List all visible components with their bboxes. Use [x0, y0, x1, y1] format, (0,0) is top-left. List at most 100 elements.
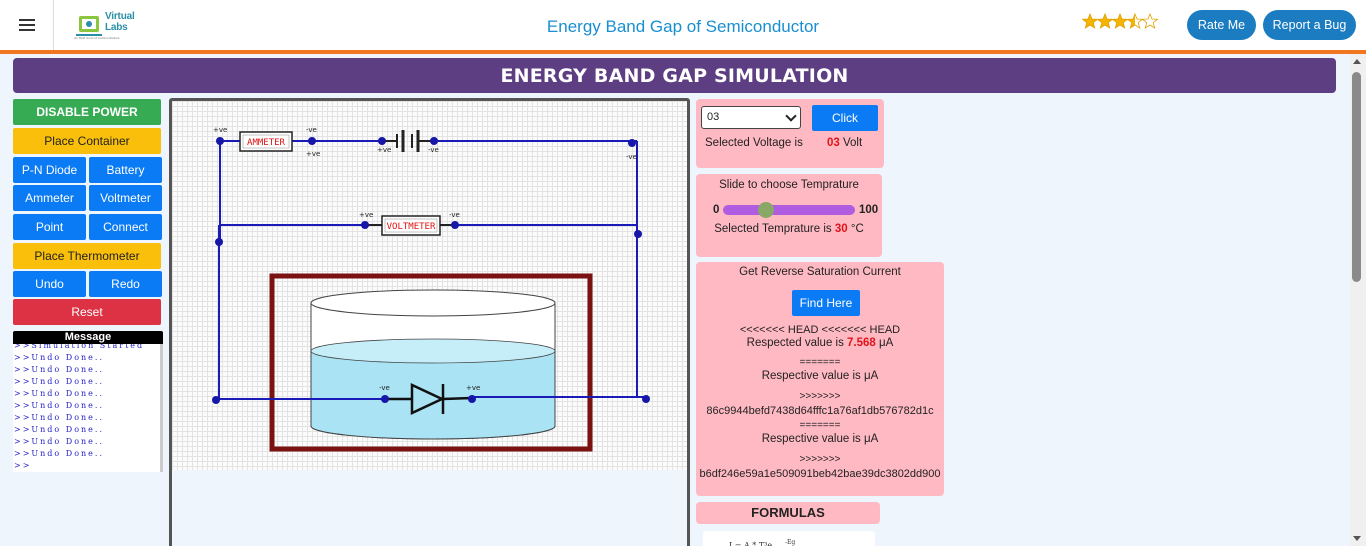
polarity-label: -ve [306, 126, 317, 134]
separator: ======= [799, 420, 841, 431]
voltmeter-label: VOLTMETER [387, 222, 436, 232]
top-bar [0, 0, 1366, 50]
commit-hash: b6df246e59a1e509091beb42bae39dc3802dd900 [699, 468, 941, 480]
slider-max-label: 100 [859, 204, 879, 216]
polarity-label: -ve [379, 384, 390, 392]
respective-value-unit: μA [863, 370, 879, 382]
respective-value-label: Respective value is [761, 370, 861, 382]
respected-value-label: Respected value is [746, 337, 844, 349]
message-title: Message [13, 331, 163, 344]
simulation-banner: ENERGY BAND GAP SIMULATION [13, 58, 1336, 93]
battery-button[interactable]: Battery [89, 157, 162, 183]
voltage-select[interactable]: 03 [701, 106, 801, 129]
merge-marker: <<<<<<< HEAD <<<<<<< HEAD [739, 324, 901, 336]
svg-text:-Eg: -Eg [785, 539, 795, 546]
log-line: >>Undo Done.. [14, 365, 104, 374]
voltmeter-button[interactable]: Voltmeter [89, 185, 162, 211]
respected-value-unit: μA [879, 337, 894, 349]
formulas-title: FORMULAS [696, 502, 880, 524]
separator: ======= [799, 357, 841, 368]
respective-value-label: Respective value is [761, 433, 861, 445]
beaker-icon [310, 289, 556, 440]
respective-value-unit: μA [863, 433, 879, 445]
log-line: >>Undo Done.. [14, 377, 104, 386]
selected-temperature-value: 30 [834, 223, 848, 235]
polarity-label: +ve [306, 150, 320, 158]
undo-button[interactable]: Undo [13, 271, 86, 297]
report-bug-button[interactable]: Report a Bug [1263, 10, 1356, 40]
log-line: >>Undo Done.. [14, 389, 104, 398]
menu-icon [18, 19, 35, 31]
scroll-down-arrow-icon[interactable] [1353, 536, 1361, 541]
place-container-button[interactable]: Place Container [13, 128, 161, 154]
temperature-panel: Slide to choose Temprature 0 100 Selecte… [696, 174, 882, 257]
place-thermometer-button[interactable]: Place Thermometer [13, 243, 161, 269]
ammeter-button[interactable]: Ammeter [13, 185, 86, 211]
click-button[interactable]: Click [812, 105, 878, 131]
selected-voltage-value: 03 [827, 137, 840, 149]
polarity-label: -ve [428, 146, 439, 154]
log-line: >>Undo Done.. [14, 425, 104, 434]
formula-image: I = A * T³e -Eg [729, 539, 795, 546]
log-line: >>Undo Done.. [14, 437, 104, 446]
selected-temperature-readout: Selected Temprature is 30 °C [696, 223, 882, 235]
circuit-diagram: AMMETER VOLTMETER +ve -ve +ve +ve -ve -v… [212, 126, 650, 452]
circuit-workspace[interactable]: AMMETER VOLTMETER +ve -ve +ve +ve -ve -v… [169, 98, 690, 546]
find-here-button[interactable]: Find Here [792, 290, 860, 316]
log-line: >>Undo Done.. [14, 413, 104, 422]
polarity-label: +ve [377, 146, 391, 154]
hamburger-menu-button[interactable] [0, 0, 54, 50]
respected-value: 7.568 [847, 337, 876, 349]
selected-voltage-label: Selected Voltage is [705, 137, 803, 149]
message-log[interactable]: >>Simulation Started >>Undo Done.. >>Und… [13, 344, 163, 472]
disable-power-button[interactable]: DISABLE POWER [13, 99, 161, 125]
scroll-up-arrow-icon[interactable] [1353, 59, 1361, 64]
polarity-label: -ve [626, 153, 637, 161]
polarity-label: +ve [359, 211, 373, 219]
commit-hash: 86c9944befd7438d64fffc1a76af1db576782d1c [706, 405, 934, 417]
arrows-marker: >>>>>>> [799, 454, 841, 465]
polarity-label: -ve [449, 211, 460, 219]
log-line: >>Undo Done.. [14, 353, 104, 362]
log-line: >>Simulation Started [14, 344, 145, 350]
pn-diode-button[interactable]: P-N Diode [13, 157, 86, 183]
formula-box: I = A * T³e -Eg [703, 531, 875, 546]
selected-voltage-readout: 03 Volt [827, 137, 862, 149]
reset-button[interactable]: Reset [13, 299, 161, 325]
point-button[interactable]: Point [13, 214, 86, 240]
voltage-select-value: 03 [707, 111, 720, 123]
temperature-slider-track[interactable] [723, 205, 855, 215]
circuit-grid[interactable]: AMMETER VOLTMETER +ve -ve +ve +ve -ve -v… [172, 101, 687, 470]
logo-text: Virtual Labs [105, 11, 135, 33]
slider-min-label: 0 [713, 204, 720, 216]
log-line: >>Undo Done.. [14, 449, 104, 458]
header-divider [0, 50, 1366, 54]
rate-me-button[interactable]: Rate Me [1187, 10, 1256, 40]
polarity-label: +ve [466, 384, 480, 392]
saturation-current-panel: Get Reverse Saturation Current Find Here… [696, 262, 944, 496]
virtual-labs-logo[interactable]: Virtual Labs An MoE Govt of India Initia… [74, 8, 136, 40]
temperature-unit: °C [850, 223, 864, 235]
rating-stars[interactable] [1082, 12, 1160, 37]
selected-temperature-label: Selected Temprature is [714, 223, 832, 235]
chevron-down-icon [785, 110, 797, 122]
ammeter-label: AMMETER [247, 138, 286, 148]
respected-value-readout: Respected value is 7.568 μA [696, 337, 944, 349]
log-line: >> [14, 461, 32, 470]
voltage-panel: 03 Click Selected Voltage is 03 Volt [696, 99, 884, 168]
saturation-title: Get Reverse Saturation Current [739, 266, 901, 278]
connect-button[interactable]: Connect [89, 214, 162, 240]
voltage-unit: Volt [843, 137, 863, 149]
logo-tagline: An MoE Govt of India Initiative [74, 36, 120, 40]
temperature-title: Slide to choose Temprature [719, 179, 859, 191]
respective-value-readout: Respective value is μA [696, 370, 944, 382]
arrows-marker: >>>>>>> [799, 391, 841, 402]
star-rating-icon [1082, 13, 1158, 29]
redo-button[interactable]: Redo [89, 271, 162, 297]
scrollbar-thumb[interactable] [1352, 72, 1361, 282]
log-line: >>Undo Done.. [14, 401, 104, 410]
respective-value-readout: Respective value is μA [696, 433, 944, 445]
polarity-label: +ve [213, 126, 227, 134]
svg-text:I = A * T³e: I = A * T³e [729, 541, 772, 546]
temperature-slider-thumb[interactable] [757, 202, 774, 218]
